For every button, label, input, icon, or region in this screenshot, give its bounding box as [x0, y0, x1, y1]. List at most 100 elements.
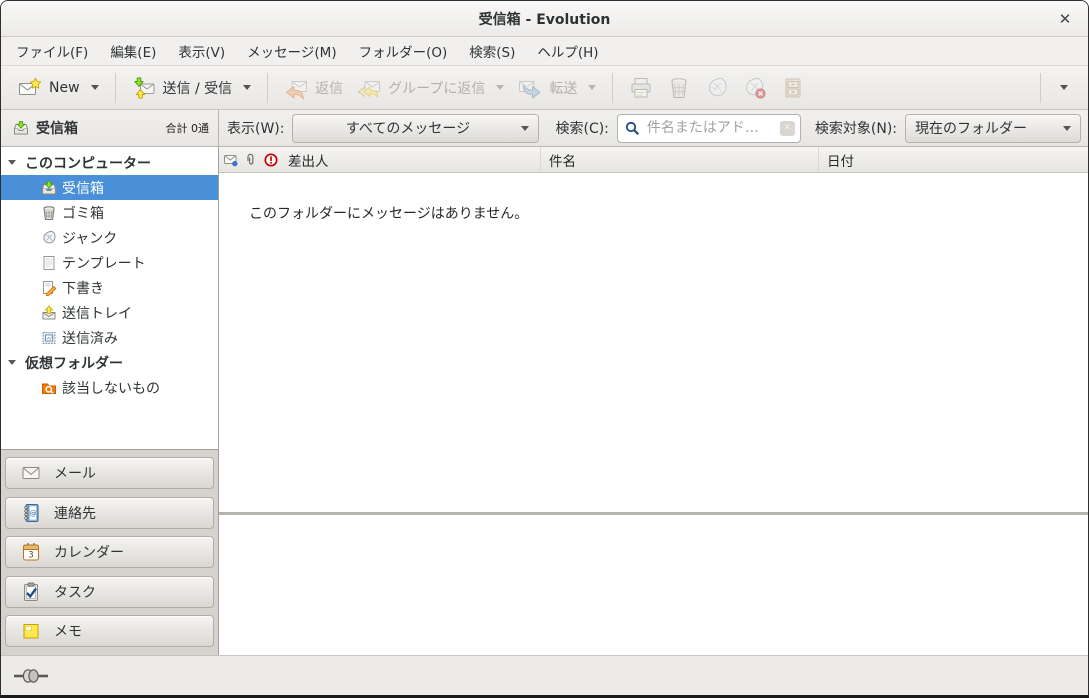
message-count: 合計 0通: [166, 120, 210, 136]
switcher-label: タスク: [54, 582, 96, 602]
view-filter-value: すべてのメッセージ: [302, 118, 513, 138]
forward-label: 転送: [549, 78, 577, 98]
toolbar-overflow-button[interactable]: [1050, 80, 1078, 95]
search-input[interactable]: [645, 119, 775, 137]
mail-icon: [21, 463, 41, 483]
archive-button[interactable]: [774, 71, 812, 105]
message-list[interactable]: このフォルダーにメッセージはありません。: [219, 173, 1088, 512]
tree-group-search-folders[interactable]: 仮想フォルダー: [1, 350, 218, 375]
document-icon: [41, 255, 57, 271]
send-receive-button[interactable]: 送信 / 受信: [125, 71, 259, 105]
toolbar-separator: [612, 73, 613, 103]
send-receive-dropdown-arrow-icon[interactable]: [243, 85, 251, 90]
switcher-calendar-button[interactable]: 3 カレンダー: [5, 536, 214, 568]
folder-templates[interactable]: テンプレート: [1, 250, 218, 275]
send-receive-label: 送信 / 受信: [163, 78, 233, 98]
title-bar: 受信箱 - Evolution ✕: [1, 1, 1088, 37]
folder-outbox[interactable]: 送信トレイ: [1, 300, 218, 325]
search-icon: [625, 121, 640, 136]
trash-icon: [41, 205, 57, 221]
column-header-subject[interactable]: 件名: [541, 147, 819, 172]
menu-bar: ファイル(F) 編集(E) 表示(V) メッセージ(M) フォルダー(O) 検索…: [1, 37, 1088, 66]
folder-inbox[interactable]: 受信箱: [1, 175, 218, 200]
main-toolbar: New 送信 / 受信 返信: [1, 66, 1088, 110]
search-scope-value: 現在のフォルダー: [915, 118, 1055, 138]
reply-button[interactable]: 返信: [277, 71, 350, 105]
new-button-label: New: [49, 80, 80, 96]
folder-drafts[interactable]: 下書き: [1, 275, 218, 300]
archive-cabinet-icon: [781, 76, 805, 100]
folder-sent[interactable]: 送信済み: [1, 325, 218, 350]
main-content: このコンピューター 受信箱 ゴミ箱: [1, 147, 1088, 655]
read-status-icon: [224, 153, 238, 167]
folder-label: 下書き: [62, 278, 104, 298]
send-receive-icon: [132, 76, 156, 100]
priority-icon: [264, 153, 278, 167]
forward-button[interactable]: 転送: [511, 71, 603, 105]
close-window-button[interactable]: ✕: [1054, 8, 1076, 30]
menu-view[interactable]: 表示(V): [167, 37, 236, 65]
switcher-contacts-button[interactable]: @ 連絡先: [5, 497, 214, 529]
group-reply-icon: [357, 76, 381, 100]
group-reply-button[interactable]: グループに返信: [350, 71, 511, 105]
menu-message[interactable]: メッセージ(M): [236, 37, 347, 65]
menu-folder[interactable]: フォルダー(O): [348, 37, 459, 65]
search-scope-label: 検索対象(N):: [815, 118, 897, 138]
new-dropdown-arrow-icon[interactable]: [91, 85, 99, 90]
toolbar-separator: [267, 73, 268, 103]
printer-icon: [629, 76, 653, 100]
menu-help[interactable]: ヘルプ(H): [526, 37, 609, 65]
trash-icon: [667, 76, 691, 100]
view-filter-arrow-icon: [521, 126, 529, 131]
switcher-memos-button[interactable]: メモ: [5, 615, 214, 647]
memo-note-icon: [21, 621, 41, 641]
menu-edit[interactable]: 編集(E): [99, 37, 167, 65]
view-filter-dropdown[interactable]: すべてのメッセージ: [292, 114, 539, 143]
search-scope-dropdown[interactable]: 現在のフォルダー: [905, 114, 1081, 143]
switcher-label: 連絡先: [54, 503, 96, 523]
calendar-icon: 3: [21, 542, 41, 562]
folder-trash[interactable]: ゴミ箱: [1, 200, 218, 225]
svg-text:@: @: [30, 509, 37, 517]
online-status-button[interactable]: [13, 667, 49, 685]
tree-group-this-computer[interactable]: このコンピューター: [1, 150, 218, 175]
junk-button[interactable]: [698, 71, 736, 105]
folder-label: 受信箱: [62, 178, 104, 198]
column-header-from[interactable]: 差出人: [219, 147, 541, 172]
group-reply-dropdown-arrow-icon[interactable]: [496, 85, 504, 90]
tree-group-label: 仮想フォルダー: [25, 353, 123, 373]
folder-bar: 受信箱 合計 0通 表示(W): すべてのメッセージ 検索(C): ✕ 検索対象…: [1, 110, 1088, 147]
show-filter-label: 表示(W):: [227, 118, 284, 138]
column-header-date[interactable]: 日付: [819, 147, 1088, 172]
view-switcher: メール @ 連絡先: [1, 450, 218, 655]
preview-pane: [219, 515, 1088, 655]
clear-search-icon[interactable]: ✕: [780, 121, 795, 136]
junk-icon: [705, 76, 729, 100]
folder-label: 該当しないもの: [62, 378, 160, 398]
switcher-tasks-button[interactable]: タスク: [5, 576, 214, 608]
toolbar-separator: [115, 73, 116, 103]
print-button[interactable]: [622, 71, 660, 105]
tasks-clipboard-icon: [21, 582, 41, 602]
new-button[interactable]: New: [11, 71, 106, 105]
switcher-mail-button[interactable]: メール: [5, 457, 214, 489]
delete-button[interactable]: [660, 71, 698, 105]
inbox-icon: [13, 120, 29, 136]
status-bar: [1, 655, 1088, 695]
junk-icon: [41, 230, 57, 246]
forward-dropdown-arrow-icon[interactable]: [588, 85, 596, 90]
column-label-from: 差出人: [288, 150, 329, 170]
folder-label: ジャンク: [62, 228, 117, 248]
menu-search[interactable]: 検索(S): [458, 37, 526, 65]
folder-junk[interactable]: ジャンク: [1, 225, 218, 250]
not-junk-button[interactable]: [736, 71, 774, 105]
column-label-subject: 件名: [549, 150, 576, 170]
menu-file[interactable]: ファイル(F): [5, 37, 99, 65]
expander-icon[interactable]: [8, 360, 16, 365]
current-folder-name: 受信箱: [36, 118, 78, 138]
folder-info-panel: 受信箱 合計 0通: [1, 110, 219, 146]
folder-unmatched[interactable]: 該当しないもの: [1, 375, 218, 400]
switcher-label: メモ: [54, 621, 82, 641]
forward-icon: [518, 76, 542, 100]
expander-icon[interactable]: [8, 160, 16, 165]
